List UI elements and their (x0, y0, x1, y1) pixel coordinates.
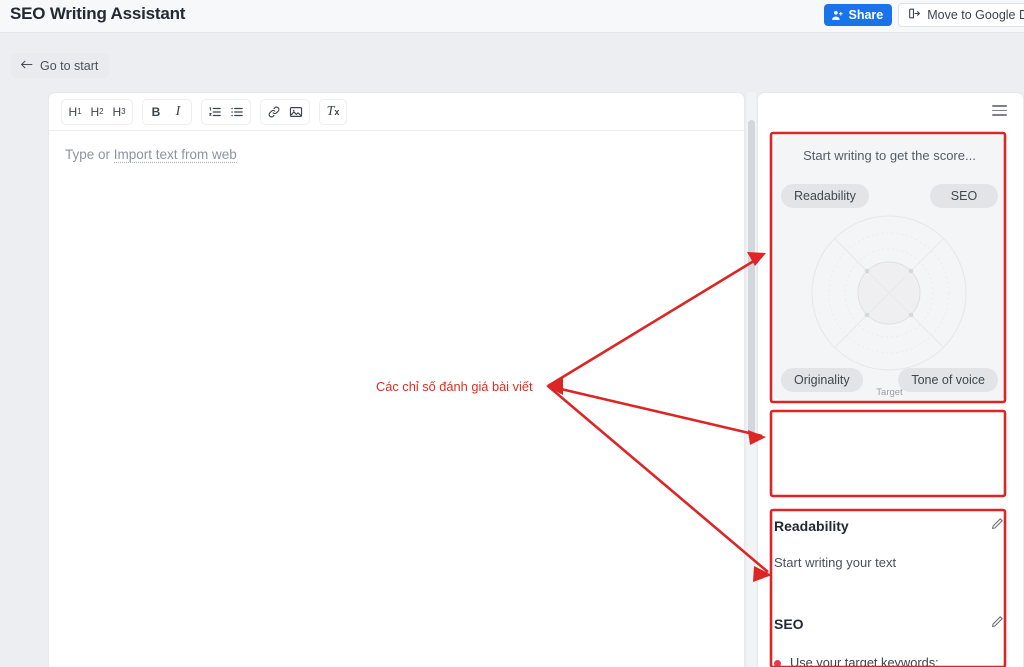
editor-scrollbar-thumb[interactable] (748, 120, 755, 440)
header-actions: Share Move to Google D (823, 3, 1024, 27)
page-title: SEO Writing Assistant (10, 4, 186, 23)
bold-button[interactable]: B (145, 101, 167, 123)
editor-body[interactable]: Type or Import text from web (49, 131, 744, 163)
editor-scrollbar-track[interactable] (747, 92, 756, 667)
seo-bullet-target-keywords: Use your target keywords: (774, 655, 1005, 667)
bullet-dot-icon (774, 660, 781, 667)
app-root: SEO Writing Assistant Share Move to Goog… (0, 0, 1024, 667)
placeholder-prefix: Type or (65, 147, 114, 162)
heading-2-button[interactable]: H2 (86, 101, 108, 123)
move-to-google-docs-button[interactable]: Move to Google D (898, 3, 1024, 27)
go-to-start-button[interactable]: Go to start (11, 53, 110, 78)
italic-button[interactable]: I (167, 101, 189, 123)
link-button[interactable] (263, 101, 285, 123)
person-add-icon (831, 9, 844, 22)
heading-1-button[interactable]: H1 (64, 101, 86, 123)
assistant-panel-header (758, 93, 1023, 131)
pencil-icon[interactable] (990, 614, 1005, 634)
seo-title: SEO (774, 616, 804, 632)
seo-card-header: SEO (774, 611, 1005, 637)
readability-card: Readability Start writing your text (774, 513, 1005, 570)
seo-bullet-label: Use your target keywords: (790, 655, 939, 667)
go-to-start-label: Go to start (40, 58, 99, 73)
readability-text: Start writing your text (774, 555, 897, 570)
seo-card: SEO Use your target keywords: chiến lược… (774, 611, 1005, 667)
score-title: Start writing to get the score... (803, 148, 976, 163)
readability-title: Readability (774, 518, 849, 534)
editor-toolbar: H1 H2 H3 B I T x (49, 93, 744, 131)
clear-format-group: Tx (319, 98, 347, 125)
share-button-label: Share (848, 8, 884, 22)
pill-readability[interactable]: Readability (781, 184, 869, 208)
list-group (201, 98, 251, 125)
pencil-icon[interactable] (990, 516, 1005, 536)
clear-formatting-button[interactable]: Tx (322, 101, 344, 123)
ordered-list-button[interactable] (204, 101, 226, 123)
heading-3-button[interactable]: H3 (108, 101, 130, 123)
bullet-list-button[interactable] (226, 101, 248, 123)
share-button[interactable]: Share (823, 4, 893, 26)
text-style-group: B I (142, 98, 192, 125)
pill-seo[interactable]: SEO (930, 184, 998, 208)
readability-card-header: Readability (774, 513, 1005, 539)
radar-target-caption: Target (876, 387, 903, 398)
insert-group (260, 98, 310, 125)
app-header: SEO Writing Assistant Share Move to Goog… (0, 0, 1024, 33)
image-button[interactable] (285, 101, 307, 123)
heading-group: H1 H2 H3 (61, 98, 133, 125)
move-to-doc-icon (907, 7, 921, 23)
import-text-from-web-link[interactable]: Import text from web (113, 147, 237, 163)
editor-placeholder: Type or Import text from web (65, 147, 744, 163)
arrow-left-icon (20, 59, 33, 73)
hamburger-menu-icon[interactable] (992, 105, 1007, 119)
score-radar-chart (811, 215, 967, 371)
sub-toolbar: Go to start (0, 33, 1024, 92)
annotation-label: Các chỉ số đánh giá bài viết (376, 379, 533, 394)
move-to-google-docs-label: Move to Google D (927, 8, 1024, 22)
score-card: Start writing to get the score... Readab… (774, 135, 1005, 401)
assistant-panel: Start writing to get the score... Readab… (757, 92, 1024, 667)
